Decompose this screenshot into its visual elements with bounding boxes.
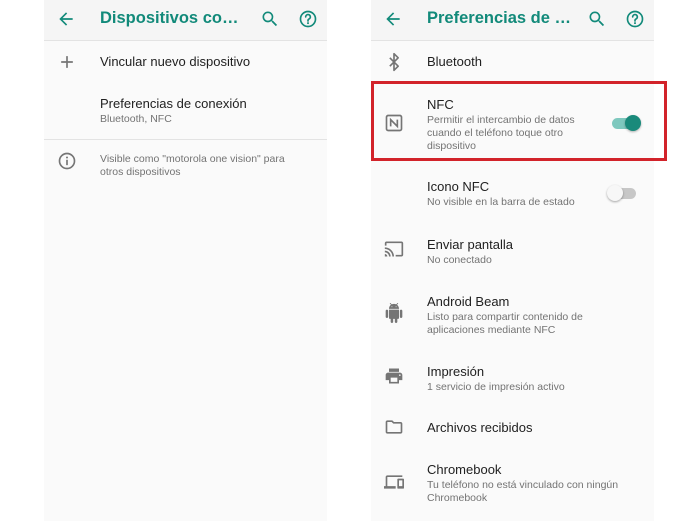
nfc-highlight-frame: [371, 81, 667, 161]
android-beam-item[interactable]: Android Beam Listo para compartir conten…: [371, 286, 654, 340]
app-bar: Preferencias de conexión: [371, 0, 654, 41]
item-title: Android Beam: [427, 294, 510, 309]
help-circle-icon[interactable]: [625, 9, 645, 29]
printing-item[interactable]: Impresión 1 servicio de impresión activo: [371, 355, 654, 399]
info-text: Visible como "motorola one vision" para …: [100, 153, 285, 178]
item-title: Preferencias de conexión: [100, 96, 247, 111]
connection-preferences-item[interactable]: Preferencias de conexión Bluetooth, NFC: [44, 88, 327, 134]
item-subtitle: 1 servicio de impresión activo: [427, 381, 565, 393]
item-title: Chromebook: [427, 462, 502, 477]
toggle-thumb: [607, 185, 623, 201]
chromebook-item[interactable]: Chromebook Tu teléfono no está vinculado…: [371, 454, 654, 510]
android-icon: [385, 303, 403, 323]
nfc-icon-setting-item[interactable]: Icono NFC No visible en la barra de esta…: [371, 170, 654, 214]
item-subtitle: Listo para compartir contenido de aplica…: [427, 311, 583, 336]
nfc-icon-toggle[interactable]: [607, 184, 637, 202]
arrow-back-icon[interactable]: [383, 9, 403, 29]
cast-icon: [384, 241, 404, 257]
item-subtitle: No conectado: [427, 254, 492, 266]
item-subtitle: Tu teléfono no está vinculado con ningún…: [427, 479, 619, 504]
cast-screen-item[interactable]: Enviar pantalla No conectado: [371, 228, 654, 272]
item-title: Enviar pantalla: [427, 237, 513, 252]
arrow-back-icon[interactable]: [56, 9, 76, 29]
item-title: Vincular nuevo dispositivo: [100, 54, 251, 69]
plus-icon: [61, 56, 73, 68]
search-icon[interactable]: [260, 9, 280, 29]
folder-icon: [385, 420, 403, 434]
page-title: Dispositivos conectados: [100, 9, 248, 27]
bluetooth-item[interactable]: Bluetooth: [371, 44, 654, 80]
received-files-item[interactable]: Archivos recibidos: [371, 410, 654, 446]
printer-icon: [385, 368, 403, 384]
connection-preferences-screen: Preferencias de conexión Bluetooth NFC P…: [371, 0, 654, 521]
item-title: Archivos recibidos: [427, 420, 533, 435]
item-subtitle: No visible en la barra de estado: [427, 196, 575, 208]
info-icon: [58, 152, 76, 170]
visibility-info: Visible como "motorola one vision" para …: [44, 148, 327, 184]
item-title: Impresión: [427, 364, 485, 379]
pair-new-device-item[interactable]: Vincular nuevo dispositivo: [44, 44, 327, 80]
page-title: Preferencias de conexión: [427, 9, 575, 27]
divider: [44, 139, 327, 140]
bluetooth-icon: [389, 52, 399, 72]
app-bar: Dispositivos conectados: [44, 0, 327, 41]
devices-icon: [384, 475, 404, 489]
search-icon[interactable]: [587, 9, 607, 29]
connected-devices-screen: Dispositivos conectados Vincular nuevo d…: [44, 0, 327, 521]
item-title: Bluetooth: [427, 54, 482, 69]
item-subtitle: Bluetooth, NFC: [100, 113, 172, 125]
item-title: Icono NFC: [427, 179, 490, 194]
help-circle-icon[interactable]: [298, 9, 318, 29]
